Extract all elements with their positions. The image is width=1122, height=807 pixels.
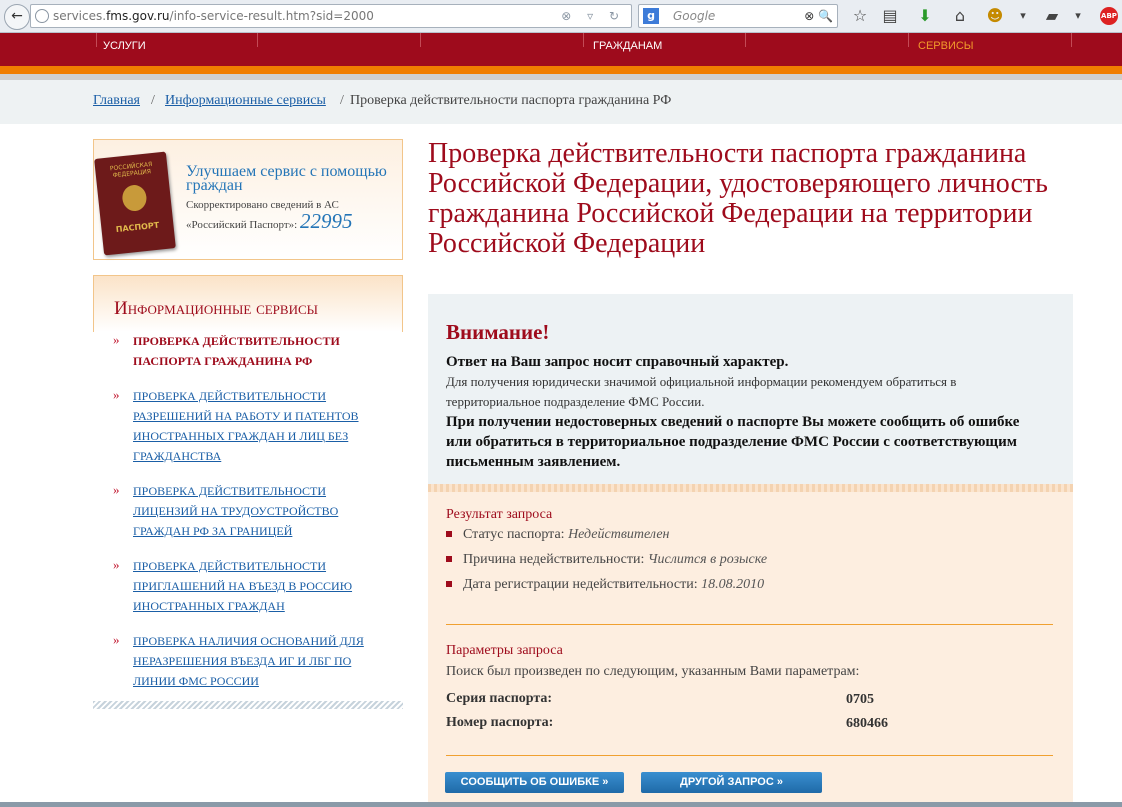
nav-item-citizens[interactable]: ГРАЖДАНАМ xyxy=(593,40,662,52)
search-icon[interactable]: ⊗ 🔍 xyxy=(804,5,833,27)
result-title: Результат запроса xyxy=(446,507,553,522)
sidebar-link[interactable]: Проверка действительности приглашений на… xyxy=(133,559,352,613)
nav-separator xyxy=(257,33,258,47)
series-value: 0705 xyxy=(846,692,874,707)
browser-toolbar: ← services.fms.gov.ru/info-service-resul… xyxy=(0,0,1122,33)
nav-separator xyxy=(420,33,421,47)
address-bar[interactable]: services.fms.gov.ru/info-service-result.… xyxy=(30,4,632,28)
passport-image: РОССИЙСКАЯ ФЕДЕРАЦИЯ ПАСПОРТ xyxy=(94,151,176,256)
breadcrumb-section-link[interactable]: Информационные сервисы xyxy=(165,93,326,109)
sidebar-header: Информационные сервисы xyxy=(93,275,403,332)
url-buttons-icons[interactable]: ⊗ ▿ ↻ xyxy=(561,5,625,27)
result-status: Статус паспорта: Недействителен xyxy=(446,522,1046,547)
nav-separator xyxy=(96,33,97,47)
sidebar-link[interactable]: Проверка наличия оснований для неразреше… xyxy=(133,634,364,688)
new-request-button[interactable]: Другой запрос » xyxy=(641,772,822,793)
sidebar-item-work-permits[interactable]: » Проверка действительности разрешений на… xyxy=(113,386,393,466)
download-icon[interactable]: ⬇ xyxy=(915,6,935,26)
sidebar-link[interactable]: Проверка действительности лицензий на тр… xyxy=(133,484,338,538)
number-value: 680466 xyxy=(846,716,888,731)
bullet-icon: » xyxy=(113,387,120,402)
warning-box: Внимание! Ответ на Ваш запрос носит спра… xyxy=(428,294,1073,484)
breadcrumb: Главная / Информационные сервисы / Прове… xyxy=(0,80,1122,124)
coat-of-arms-icon xyxy=(121,183,148,213)
bullet-icon: » xyxy=(113,557,120,572)
promo-title: Улучшаем сервис с помощью граждан xyxy=(186,163,387,194)
adblock-icon[interactable]: ABP xyxy=(1100,7,1118,25)
bookmark-star-icon[interactable]: ☆ xyxy=(850,6,870,26)
warning-line-1: Ответ на Ваш запрос носит справочный хар… xyxy=(446,354,789,370)
chevron-down-icon[interactable]: ▾ xyxy=(1013,6,1033,26)
promo-banner[interactable]: РОССИЙСКАЯ ФЕДЕРАЦИЯ ПАСПОРТ Улучшаем се… xyxy=(93,139,403,260)
result-panel: Результат запроса Статус паспорта: Недей… xyxy=(428,484,1073,807)
breadcrumb-current: Проверка действительности паспорта гражд… xyxy=(350,93,672,108)
result-date: Дата регистрации недействительности: 18.… xyxy=(446,572,1046,597)
search-placeholder: Google xyxy=(673,9,716,23)
sidebar-menu: » Проверка действительности паспорта граж… xyxy=(113,331,393,706)
divider xyxy=(446,624,1053,625)
google-icon[interactable]: g xyxy=(643,8,659,24)
status-bar xyxy=(0,802,1122,807)
passport-label-text: ПАСПОРТ xyxy=(115,220,160,235)
breadcrumb-separator: / xyxy=(340,93,344,108)
breadcrumb-separator: / xyxy=(151,93,155,108)
result-reason: Причина недействительности: Числится в р… xyxy=(446,547,1046,572)
sidebar: Информационные сервисы » Проверка действи… xyxy=(93,275,403,709)
home-icon[interactable]: ⌂ xyxy=(950,6,970,26)
divider xyxy=(446,755,1053,756)
nav-separator xyxy=(745,33,746,47)
sidebar-item-passport-check[interactable]: » Проверка действительности паспорта граж… xyxy=(113,331,393,371)
bullet-icon: » xyxy=(113,632,120,647)
report-error-button[interactable]: Сообщить об ошибке » xyxy=(445,772,624,793)
result-band xyxy=(428,484,1073,492)
sidebar-link[interactable]: Проверка действительности разрешений на … xyxy=(133,389,359,463)
page-title: Проверка действительности паспорта гражд… xyxy=(428,138,1048,259)
sidebar-divider xyxy=(93,701,403,709)
bullet-icon: » xyxy=(113,332,120,347)
sidebar-item-entry-ban[interactable]: » Проверка наличия оснований для неразреш… xyxy=(113,631,393,691)
url-text: services.fms.gov.ru/info-service-result.… xyxy=(53,9,374,23)
nav-item-online-services[interactable]: СЕРВИСЫ xyxy=(918,40,974,52)
bullet-icon: » xyxy=(113,482,120,497)
back-button[interactable]: ← xyxy=(4,4,30,30)
nav-separator xyxy=(1071,33,1072,47)
breadcrumb-home-link[interactable]: Главная xyxy=(93,93,140,109)
params-title: Параметры запроса xyxy=(446,643,563,658)
warning-body: Ответ на Ваш запрос носит справочный хар… xyxy=(446,352,1046,472)
warning-line-2: Для получения юридически значимой официа… xyxy=(446,374,957,409)
passport-country-text: РОССИЙСКАЯ ФЕДЕРАЦИЯ xyxy=(109,161,153,180)
result-list: Статус паспорта: Недействителен Причина … xyxy=(446,522,1046,597)
chevron-down-icon[interactable]: ▾ xyxy=(1068,6,1088,26)
globe-icon xyxy=(35,9,49,23)
warning-line-3: При получении недостоверных сведений о п… xyxy=(446,414,1020,470)
params-note: Поиск был произведен по следующим, указа… xyxy=(446,664,860,679)
warning-title: Внимание! xyxy=(446,320,550,344)
promo-text: Скорректировано сведений в АС «Российски… xyxy=(186,199,353,233)
nav-separator xyxy=(908,33,909,47)
site-navigation: УСЛУГИ ГРАЖДАНАМ СЕРВИСЫ xyxy=(0,33,1122,66)
number-label: Номер паспорта: xyxy=(446,715,554,730)
toolbox-icon[interactable]: ▰ xyxy=(1042,6,1062,26)
sidebar-title: Информационные сервисы xyxy=(114,298,318,319)
bookmarks-list-icon[interactable]: ▤ xyxy=(880,6,900,26)
promo-count: 22995 xyxy=(299,209,353,233)
search-bar[interactable]: g Google ⊗ 🔍 xyxy=(638,4,838,28)
orange-stripe xyxy=(0,66,1122,74)
sidebar-item-invitations[interactable]: » Проверка действительности приглашений н… xyxy=(113,556,393,616)
addon-face-icon[interactable]: ☻ xyxy=(985,6,1005,26)
series-label: Серия паспорта: xyxy=(446,691,553,706)
nav-item-services[interactable]: УСЛУГИ xyxy=(103,40,146,52)
sidebar-item-licenses[interactable]: » Проверка действительности лицензий на т… xyxy=(113,481,393,541)
nav-separator xyxy=(583,33,584,47)
